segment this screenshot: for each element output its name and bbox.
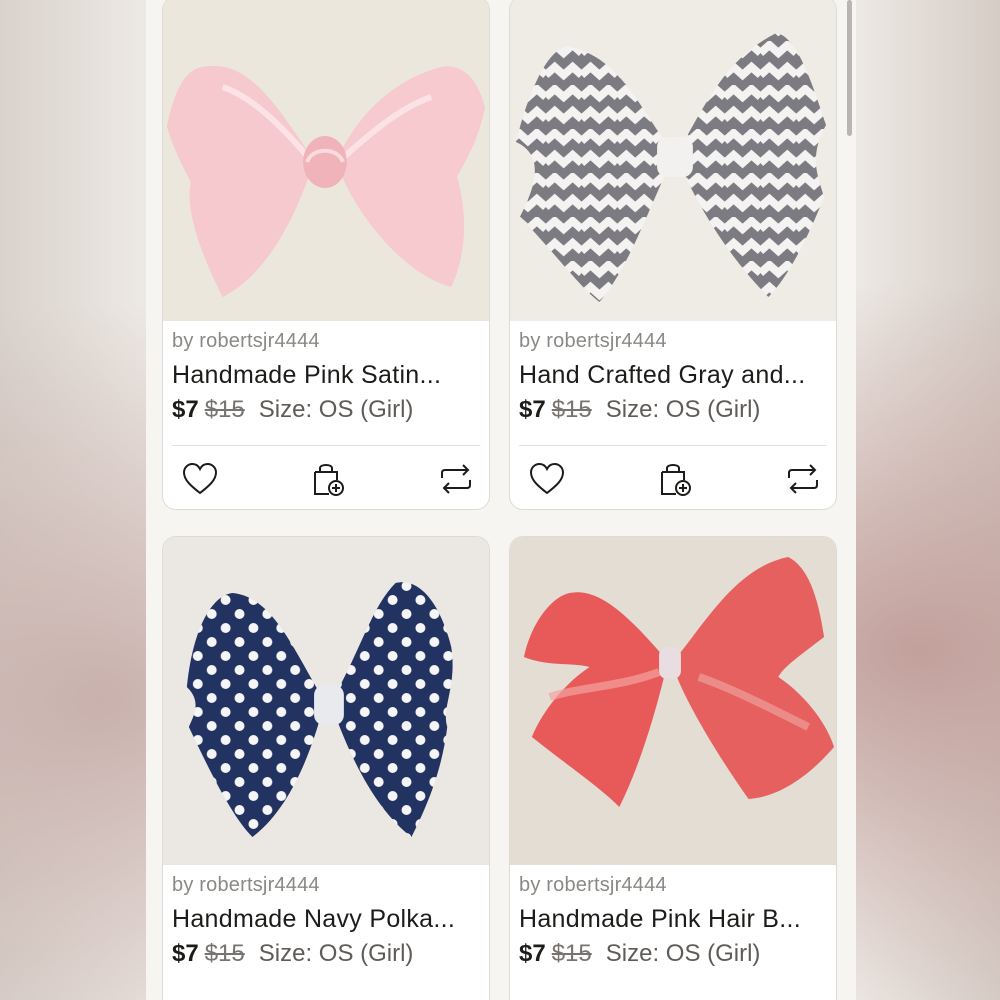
listing-photo[interactable] xyxy=(510,537,836,865)
seller-name[interactable]: by robertsjr4444 xyxy=(172,327,480,355)
listing-title[interactable]: Hand Crafted Gray and... xyxy=(519,355,827,395)
listing-card[interactable]: by robertsjr4444 Handmade Pink Hair B...… xyxy=(509,536,837,1000)
listing-photo[interactable] xyxy=(510,0,836,321)
listing-actions xyxy=(172,445,480,508)
listing-photo[interactable] xyxy=(163,537,489,865)
seller-name[interactable]: by robertsjr4444 xyxy=(519,871,827,899)
scrollbar[interactable] xyxy=(847,0,852,136)
size-label: Size: OS (Girl) xyxy=(258,396,414,423)
listing-card[interactable]: by robertsjr4444 Handmade Navy Polka... … xyxy=(162,536,490,1000)
listing-card[interactable]: by robertsjr4444 Handmade Pink Satin... … xyxy=(162,0,490,510)
listing-actions xyxy=(519,445,827,508)
listing-title[interactable]: Handmade Pink Hair B... xyxy=(519,899,827,939)
share-repost-icon[interactable] xyxy=(784,460,822,498)
price: $7 xyxy=(519,396,546,423)
size-label: Size: OS (Girl) xyxy=(258,940,414,967)
listing-feed: by robertsjr4444 Handmade Pink Satin... … xyxy=(146,0,856,1000)
price: $7 xyxy=(519,940,546,967)
listing-title[interactable]: Handmade Navy Polka... xyxy=(172,899,480,939)
shopping-bag-plus-icon[interactable] xyxy=(309,460,347,498)
original-price: $15 xyxy=(204,396,245,423)
listing-title[interactable]: Handmade Pink Satin... xyxy=(172,355,480,395)
heart-icon[interactable] xyxy=(181,460,219,498)
original-price: $15 xyxy=(551,940,592,967)
heart-icon[interactable] xyxy=(528,460,566,498)
listing-card[interactable]: by robertsjr4444 Hand Crafted Gray and..… xyxy=(509,0,837,510)
shopping-bag-plus-icon[interactable] xyxy=(656,460,694,498)
seller-name[interactable]: by robertsjr4444 xyxy=(519,327,827,355)
seller-name[interactable]: by robertsjr4444 xyxy=(172,871,480,899)
original-price: $15 xyxy=(551,396,592,423)
share-repost-icon[interactable] xyxy=(437,460,475,498)
original-price: $15 xyxy=(204,940,245,967)
listing-photo[interactable] xyxy=(163,0,489,321)
price: $7 xyxy=(172,396,199,423)
size-label: Size: OS (Girl) xyxy=(605,940,761,967)
price: $7 xyxy=(172,940,199,967)
size-label: Size: OS (Girl) xyxy=(605,396,761,423)
